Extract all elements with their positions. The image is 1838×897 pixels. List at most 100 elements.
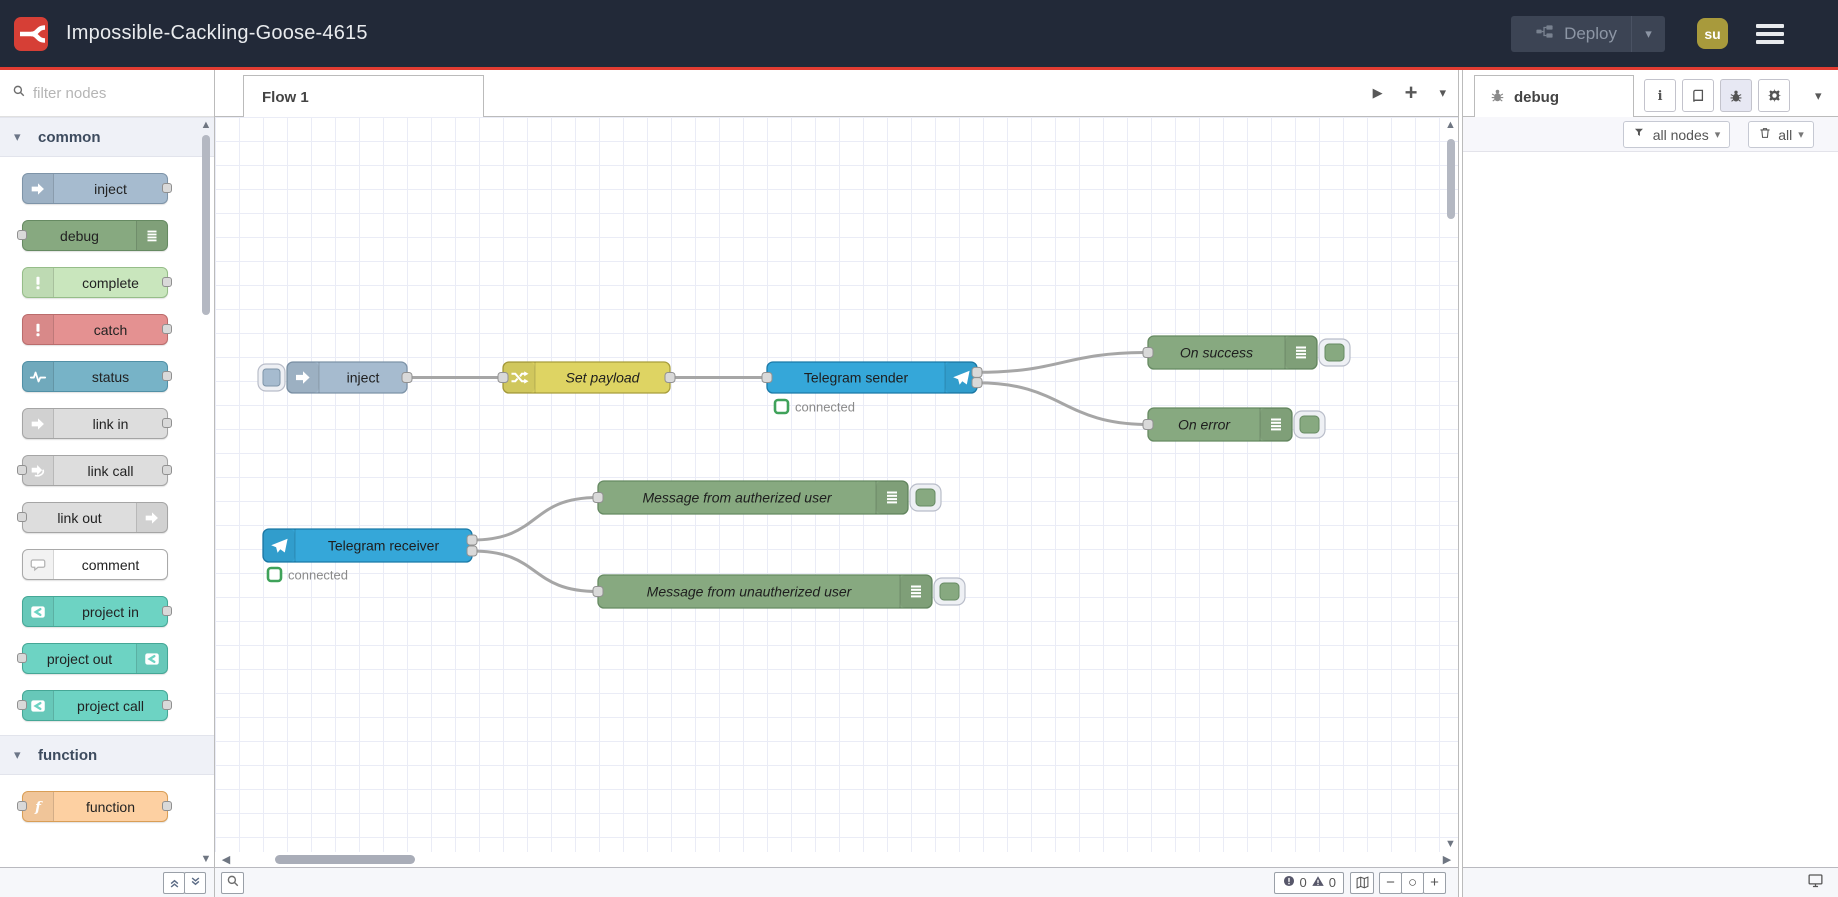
category-header-function[interactable]: ▾ function [0,735,214,775]
palette-node-comment[interactable]: comment [0,541,214,588]
palette-node-complete[interactable]: complete [0,259,214,306]
node-input-port[interactable] [497,372,509,383]
palette-collapse-all-button[interactable] [163,871,185,894]
tab-flow-1[interactable]: Flow 1 [243,75,484,118]
user-avatar[interactable]: su [1697,18,1728,49]
palette-node-project-call[interactable]: project call [0,682,214,729]
set-payload-node[interactable]: Set payload [497,361,676,394]
node-port[interactable] [162,465,172,475]
palette-node-project-in[interactable]: project in [0,588,214,635]
message-authorized-node[interactable]: Message from autherized user [592,480,942,515]
scroll-left-icon[interactable]: ◀ [215,853,237,866]
palette-node-function[interactable]: f function [0,783,214,830]
debug-clear-dropdown[interactable]: all ▾ [1748,121,1814,148]
palette-node-catch[interactable]: catch [0,306,214,353]
wire[interactable] [471,496,599,542]
on-success-node[interactable]: On success [1142,335,1351,370]
scroll-down-icon[interactable]: ▼ [200,853,212,865]
node-port[interactable] [17,230,27,240]
scroll-right-icon[interactable]: ▶ [1436,853,1458,866]
scroll-down-icon[interactable]: ▼ [1444,838,1457,850]
node-input-port[interactable] [1142,419,1154,430]
node-port[interactable] [162,277,172,287]
wire[interactable] [976,381,1149,426]
flow-list-icon[interactable]: ▾ [1439,85,1446,101]
node-output-port[interactable] [466,545,478,557]
node-port[interactable] [17,653,27,663]
on-error-node[interactable]: On error [1142,407,1326,442]
palette-node-label: complete [82,274,139,291]
node-input-port[interactable] [761,372,773,383]
category-header-common[interactable]: ▾ common [0,117,214,157]
message-unauthorized-node[interactable]: Message from unautherized user [592,574,966,609]
scroll-up-icon[interactable]: ▲ [1444,119,1457,131]
palette-node-link-out[interactable]: link out [0,494,214,541]
palette-node-inject[interactable]: inject [0,165,214,212]
wire[interactable] [471,549,599,593]
node-status-text: connected [795,400,855,415]
node-port[interactable] [162,700,172,710]
node-output-port[interactable] [971,377,983,389]
palette-node-link-in[interactable]: link in [0,400,214,447]
node-port[interactable] [162,606,172,616]
palette-scrollbar[interactable]: ▲ ▼ [200,119,212,865]
palette-node-debug[interactable]: debug [0,212,214,259]
debug-tab-button[interactable] [1720,79,1752,112]
node-port[interactable] [17,700,27,710]
node-input-port[interactable] [1142,347,1154,358]
palette-node-link-call[interactable]: link call [0,447,214,494]
info-tab-button[interactable]: i [1644,79,1676,112]
config-tab-button[interactable] [1758,79,1790,112]
node-output-port[interactable] [971,366,983,378]
node-output-port[interactable] [466,534,478,546]
canvas-vertical-scrollbar[interactable]: ▲ ▼ [1444,119,1457,850]
inject-node[interactable]: inject [257,361,413,394]
telegram-receiver-node[interactable]: Telegram receiver connected [262,528,478,583]
node-red-editor: Impossible-Cackling-Goose-4615 Deploy ▾ … [0,0,1838,897]
monitor-icon[interactable] [1807,872,1824,894]
help-tab-button[interactable] [1682,79,1714,112]
node-port[interactable] [17,512,27,522]
add-flow-button[interactable]: + [1405,82,1418,104]
deploy-label: Deploy [1564,23,1617,43]
wire[interactable] [976,351,1149,374]
scrollbar-thumb[interactable] [202,135,210,315]
node-port[interactable] [162,183,172,193]
scrollbar-thumb[interactable] [275,855,415,864]
telegram-sender-node[interactable]: Telegram sender connected [761,361,983,415]
debug-filter-dropdown[interactable]: all nodes ▾ [1623,121,1730,148]
node-port[interactable] [17,465,27,475]
node-port[interactable] [17,801,27,811]
main-menu-button[interactable] [1756,23,1784,44]
node-output-port[interactable] [401,372,413,383]
debug-tab-label: debug [1514,88,1559,106]
sidebar-menu-icon[interactable]: ▾ [1815,88,1822,104]
node-status: connected [773,398,855,415]
scrollbar-thumb[interactable] [1447,139,1455,219]
deploy-button[interactable]: Deploy ▾ [1511,15,1665,52]
trash-icon [1758,126,1772,143]
canvas-horizontal-scrollbar[interactable]: ◀ ▶ [215,852,1458,867]
scroll-up-icon[interactable]: ▲ [200,119,212,131]
zoom-out-button[interactable]: − [1379,871,1402,894]
node-port[interactable] [162,418,172,428]
node-port[interactable] [162,371,172,381]
zoom-reset-button[interactable]: ○ [1401,871,1424,894]
palette-filter-input[interactable]: filter nodes [0,70,214,117]
tab-debug[interactable]: debug [1474,75,1634,118]
palette-node-status[interactable]: status [0,353,214,400]
minimap-button[interactable] [1350,871,1374,894]
deploy-options-button[interactable]: ▾ [1631,15,1665,52]
node-port[interactable] [162,801,172,811]
palette-expand-all-button[interactable] [184,871,206,894]
node-input-port[interactable] [592,492,604,503]
zoom-in-button[interactable]: + [1423,871,1446,894]
node-port[interactable] [162,324,172,334]
node-input-port[interactable] [592,586,604,597]
flow-canvas[interactable]: inject Set payload Telegram sender connecte… [215,117,1458,852]
palette-node-project-out[interactable]: project out [0,635,214,682]
search-flows-button[interactable] [221,871,244,894]
notification-counts[interactable]: 0 0 [1273,871,1344,894]
next-tab-icon[interactable]: ▶ [1373,85,1383,101]
node-output-port[interactable] [664,372,676,383]
